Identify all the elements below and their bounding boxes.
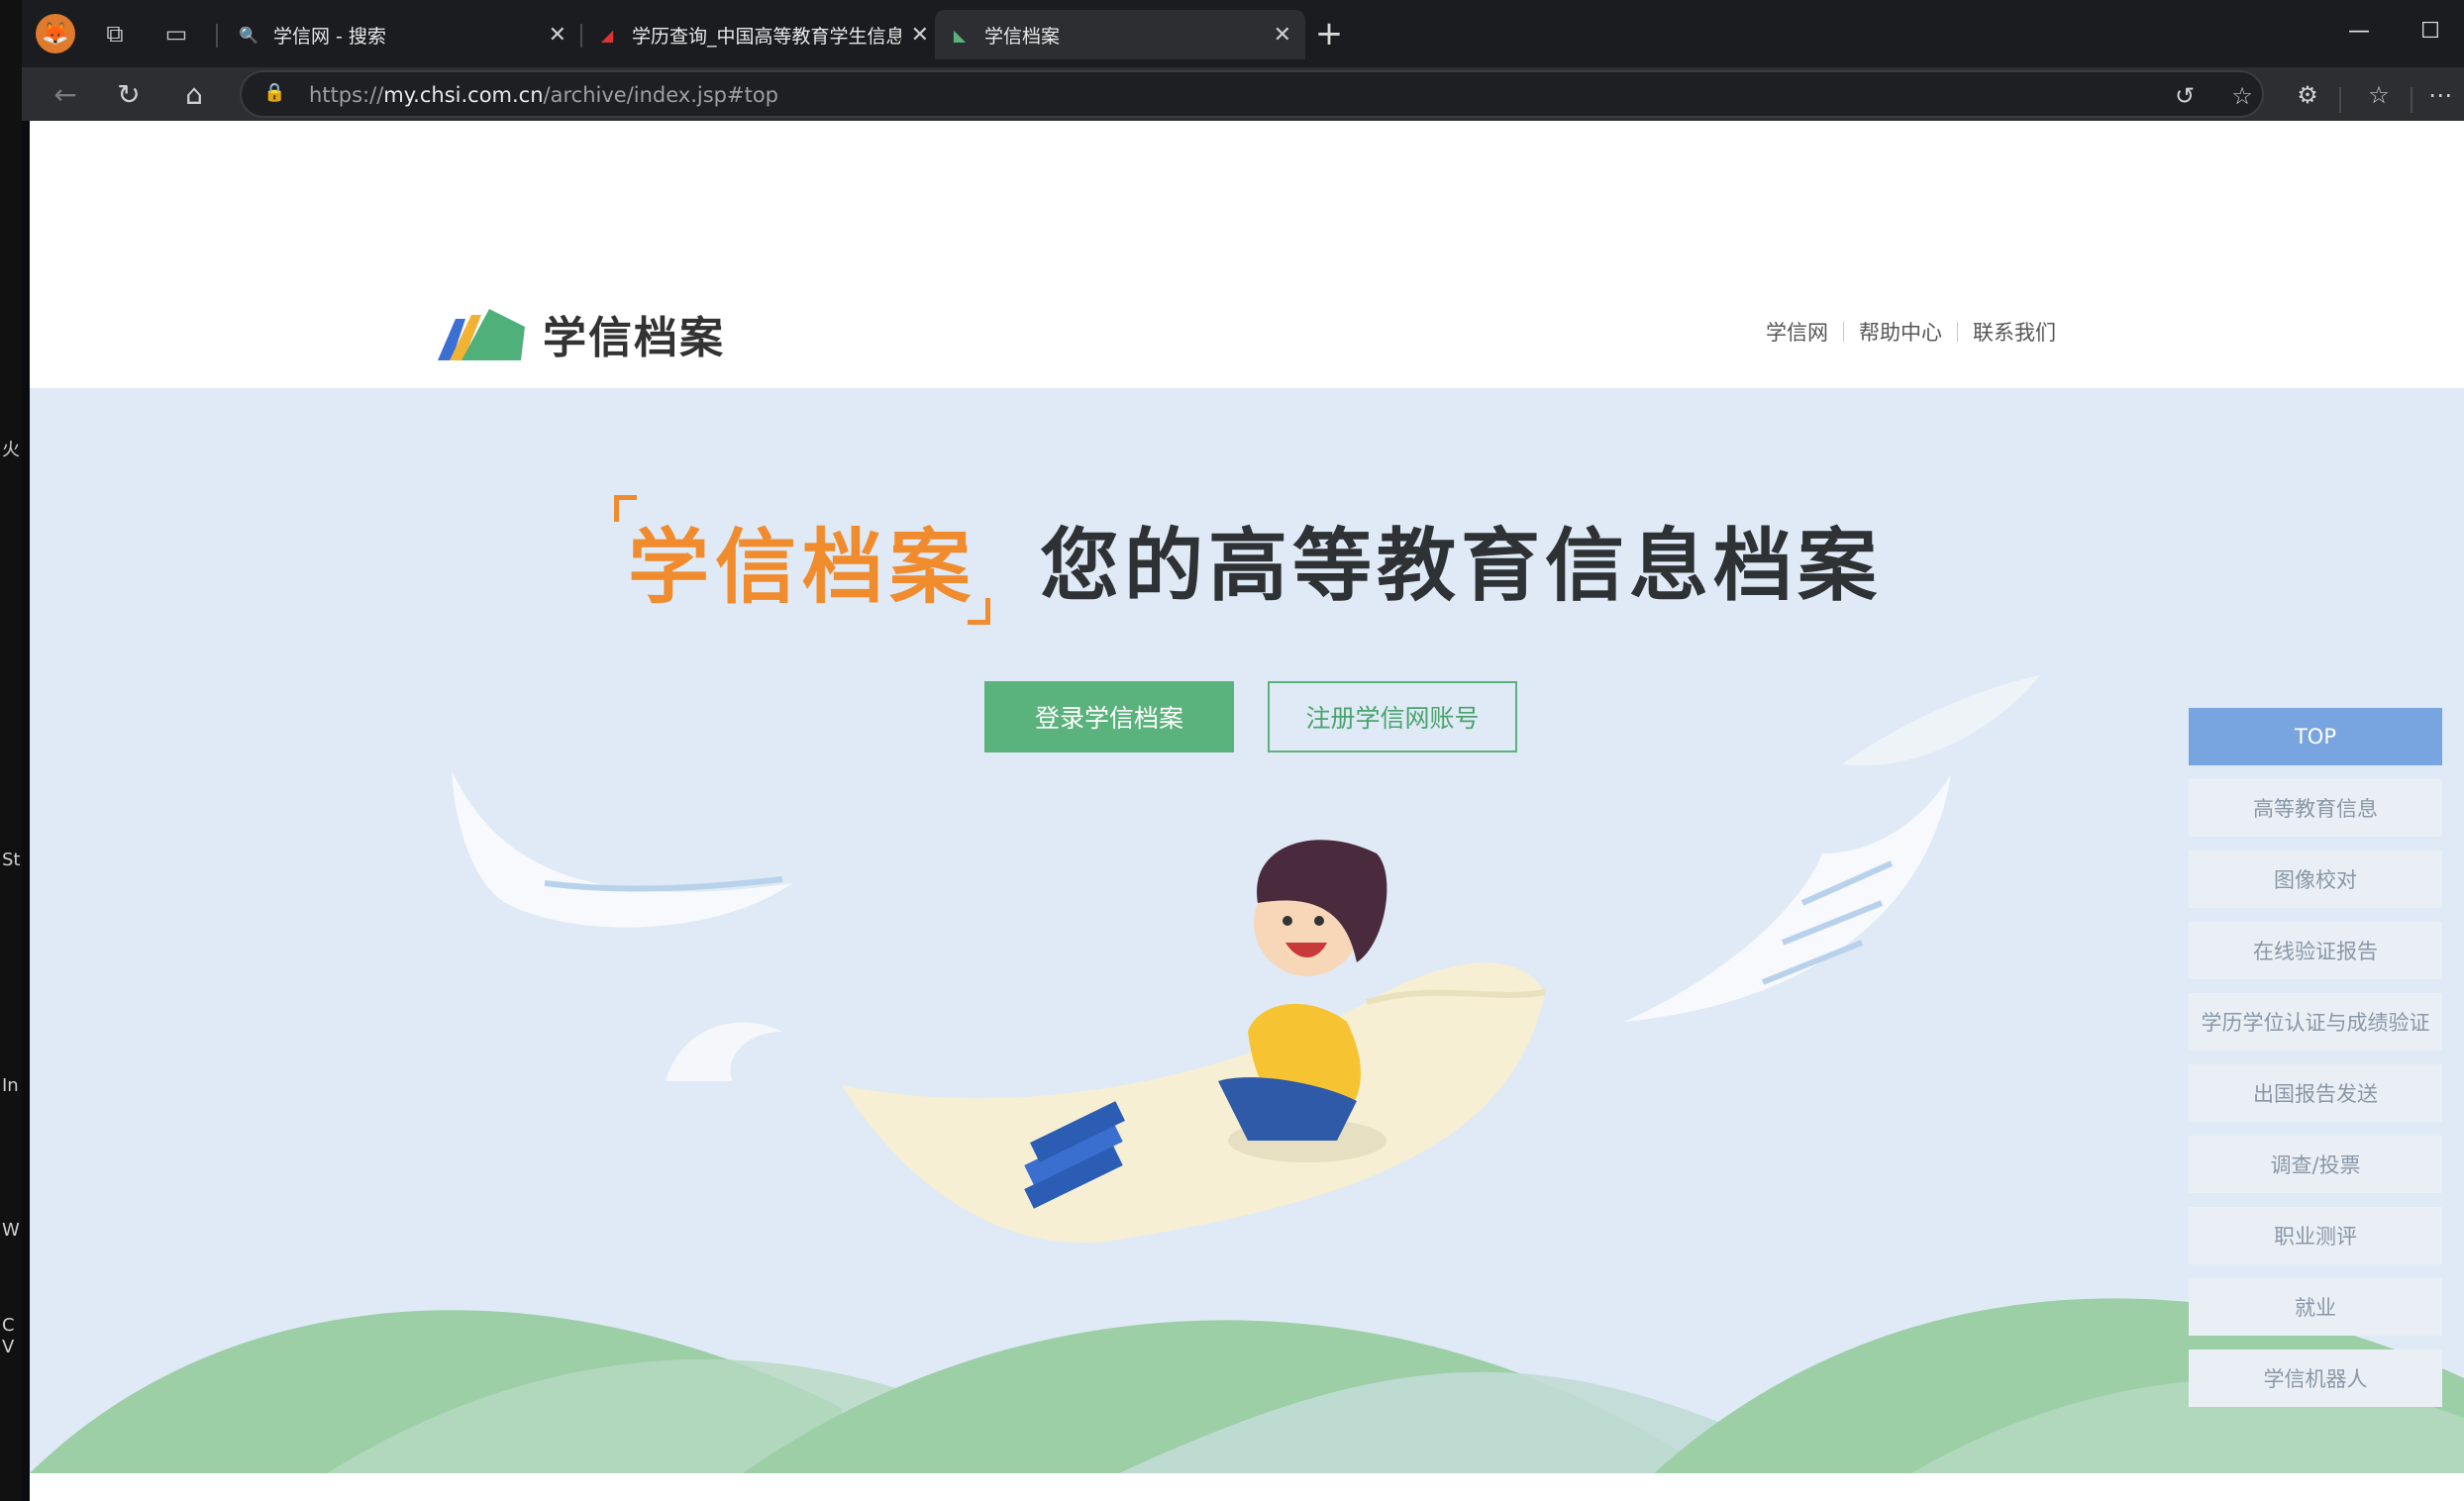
link-contact[interactable]: 联系我们 (1973, 317, 2056, 347)
tab-archive[interactable]: ◣ 学信档案 ✕ (935, 10, 1305, 59)
hero-slogan: 您的高等教育信息档案 (1040, 520, 1883, 612)
link-help-center[interactable]: 帮助中心 (1859, 317, 1942, 347)
favorites-icon[interactable]: ☆ (2361, 79, 2397, 111)
desktop-label: C (2, 1315, 15, 1336)
tab-title: 学信网 - 搜索 (273, 25, 386, 48)
tab-xueli[interactable]: ◢ 学历查询_中国高等教育学生信息 ✕ (582, 10, 943, 59)
side-nav-robot[interactable]: 学信机器人 (2189, 1350, 2442, 1407)
close-tab-icon[interactable]: ✕ (1274, 23, 1291, 48)
hero-banner: 学信档案 您的高等教育信息档案 登录学信档案 注册学信网账号 (30, 388, 2464, 1473)
chsi-archive-icon: ◣ (953, 25, 967, 45)
extensions-icon[interactable]: ⚙ (2290, 79, 2325, 111)
login-button[interactable]: 登录学信档案 (984, 681, 1234, 752)
side-nav-degree-certification[interactable]: 学历学位认证与成绩验证 (2189, 993, 2442, 1051)
side-nav-abroad-report[interactable]: 出国报告发送 (2189, 1064, 2442, 1122)
close-tab-icon[interactable]: ✕ (549, 23, 566, 48)
hero-headline: 学信档案 您的高等教育信息档案 (614, 494, 1883, 625)
lock-icon[interactable]: 🔒 (263, 82, 287, 106)
back-button[interactable]: ← (46, 77, 85, 113)
fox-avatar-icon[interactable]: 🦊 (36, 14, 75, 53)
close-tab-icon[interactable]: ✕ (911, 23, 929, 48)
edge-refresh-icon[interactable]: ↺ (2169, 80, 2201, 112)
browser-chrome: 🦊 ⧉ ▭ 🔍 学信网 - 搜索 ✕ ◢ 学历查询_中国高等教育学生信息 ✕ ◣… (22, 0, 2464, 121)
side-nav: TOP 高等教育信息 图像校对 在线验证报告 学历学位认证与成绩验证 出国报告发… (2189, 708, 2442, 1421)
tab-bar: 🦊 ⧉ ▭ 🔍 学信网 - 搜索 ✕ ◢ 学历查询_中国高等教育学生信息 ✕ ◣… (22, 0, 2464, 67)
desktop-label: In (2, 1075, 19, 1096)
desktop-edge: 火 St In W C V (0, 0, 22, 1501)
side-nav-employment[interactable]: 就业 (2189, 1278, 2442, 1336)
tab-actions-icon[interactable]: ▭ (160, 18, 192, 50)
refresh-button[interactable]: ↻ (109, 77, 149, 113)
minimize-button[interactable]: — (2339, 14, 2379, 50)
top-links: 学信网 帮助中心 联系我们 (1766, 317, 2056, 347)
desktop-label: W (2, 1220, 20, 1241)
tab-title: 学信档案 (984, 25, 1061, 48)
side-nav-top[interactable]: TOP (2189, 708, 2442, 765)
desktop-label: St (2, 850, 21, 870)
side-nav-career-test[interactable]: 职业测评 (2189, 1207, 2442, 1264)
logo-pages-icon (438, 309, 525, 360)
logo-text: 学信档案 (543, 313, 725, 363)
tab-title: 学历查询_中国高等教育学生信息 (632, 25, 901, 48)
workspaces-icon[interactable]: ⧉ (99, 18, 131, 50)
link-chsi[interactable]: 学信网 (1766, 317, 1828, 347)
maximize-button[interactable]: ☐ (2411, 14, 2450, 50)
register-button[interactable]: 注册学信网账号 (1268, 681, 1517, 752)
new-tab-button[interactable]: + (1309, 14, 1349, 53)
side-nav-photo-check[interactable]: 图像校对 (2189, 851, 2442, 908)
site-header: 学信档案 学信网 帮助中心 联系我们 (30, 121, 2464, 388)
page-viewport: 学信档案 学信网 帮助中心 联系我们 学信档案 您的高等教育信息档案 登录学信档… (30, 121, 2464, 1501)
desktop-label: V (2, 1337, 15, 1357)
side-nav-online-verification[interactable]: 在线验证报告 (2189, 922, 2442, 979)
side-nav-survey[interactable]: 调查/投票 (2189, 1136, 2442, 1193)
hero-brand: 学信档案 (614, 494, 991, 625)
desktop-label: 火 (2, 440, 20, 460)
url-text[interactable]: https://my.chsi.com.cn/archive/index.jsp… (309, 83, 778, 107)
search-icon: 🔍 (239, 25, 258, 45)
address-bar[interactable]: 🔒 https://my.chsi.com.cn/archive/index.j… (240, 70, 2264, 118)
side-nav-higher-education-info[interactable]: 高等教育信息 (2189, 779, 2442, 837)
chsi-red-icon: ◢ (600, 25, 614, 45)
site-logo[interactable]: 学信档案 (434, 302, 725, 365)
toolbar: ← ↻ ⌂ 🔒 https://my.chsi.com.cn/archive/i… (22, 67, 2464, 121)
tab-search[interactable]: 🔍 学信网 - 搜索 ✕ (224, 10, 580, 59)
more-menu-icon[interactable]: ⋯ (2422, 79, 2458, 111)
home-button[interactable]: ⌂ (174, 77, 214, 113)
favorite-star-icon[interactable]: ☆ (2226, 80, 2258, 112)
